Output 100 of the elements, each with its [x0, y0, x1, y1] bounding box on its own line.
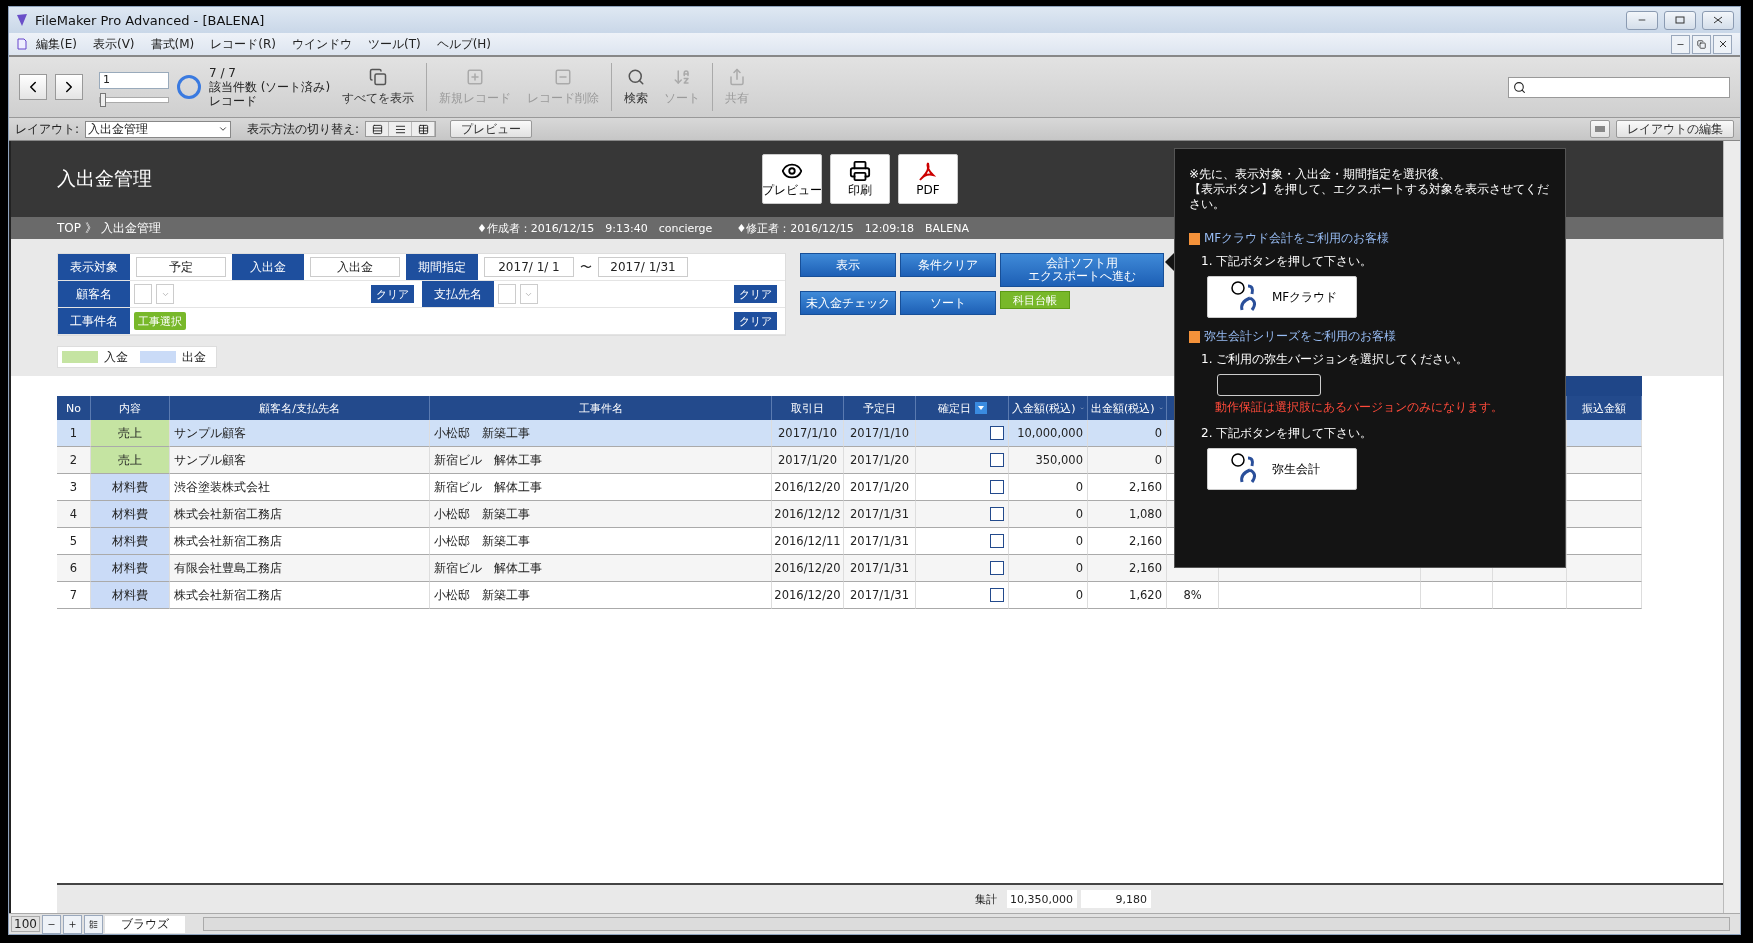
- target-field[interactable]: 予定: [136, 257, 226, 277]
- action-button[interactable]: 会計ソフト用 エクスポートへ進む: [1000, 253, 1164, 287]
- column-header[interactable]: 入金額(税込): [1009, 396, 1088, 420]
- date-from-field[interactable]: 2017/ 1/ 1: [484, 257, 574, 277]
- mode-label: ブラウズ: [104, 915, 185, 933]
- table-cell: 1: [57, 420, 91, 447]
- instruction-text: ※先に、表示対象・入出金・期間指定を選択後、: [1189, 167, 1453, 182]
- table-cell: 2016/12/20: [772, 474, 844, 501]
- table-cell: 3: [57, 474, 91, 501]
- direction-field[interactable]: 入出金: [310, 257, 400, 277]
- menu-item[interactable]: 書式(M): [143, 35, 202, 53]
- table-cell: サンプル顧客: [170, 420, 430, 447]
- page-title: 入出金管理: [57, 166, 153, 191]
- record-count: 7 / 7: [209, 66, 237, 80]
- menu-item[interactable]: ツール(T): [360, 35, 428, 53]
- menu-item[interactable]: 表示(V): [85, 35, 142, 53]
- column-header[interactable]: 内容: [91, 396, 170, 420]
- edit-layout-button[interactable]: レイアウトの編集: [1616, 120, 1734, 138]
- layout-label: レイアウト:: [15, 120, 80, 138]
- header-action-button[interactable]: 印刷: [830, 154, 890, 204]
- table-cell: 0: [1009, 528, 1088, 555]
- table-cell: 4: [57, 501, 91, 528]
- field-label: 入出金: [232, 254, 304, 280]
- view-label: 表示方法の切り替え:: [247, 120, 360, 138]
- menu-item[interactable]: ウインドウ: [284, 35, 359, 53]
- table-cell: 5: [57, 528, 91, 555]
- zoom-level[interactable]: 100: [11, 916, 40, 932]
- export-button[interactable]: 弥生会計: [1207, 448, 1357, 490]
- table-cell: 0: [1009, 501, 1088, 528]
- record-number-field[interactable]: 1: [99, 71, 169, 89]
- column-header[interactable]: 工事件名: [430, 396, 772, 420]
- table-cell: 2,160: [1088, 555, 1167, 582]
- menu-item[interactable]: 編集(E): [29, 35, 84, 53]
- table-cell: 2,160: [1088, 474, 1167, 501]
- table-cell: 1,620: [1088, 582, 1167, 609]
- date-to-field[interactable]: 2017/ 1/31: [598, 257, 688, 277]
- menu-item[interactable]: レコード(R): [203, 35, 283, 53]
- preview-button[interactable]: プレビュー: [450, 120, 533, 138]
- table-cell: 0: [1009, 582, 1088, 609]
- toolbar-button[interactable]: 検索: [620, 67, 653, 107]
- table-cell: 2016/12/12: [772, 501, 844, 528]
- section-heading: 弥生会計シリーズをご利用のお客様: [1204, 328, 1396, 345]
- action-button[interactable]: 未入金チェック: [800, 291, 896, 315]
- layout-dropdown[interactable]: 入出金管理: [85, 120, 232, 138]
- column-header[interactable]: 顧客名/支払先名: [170, 396, 430, 420]
- table-cell: 2,160: [1088, 528, 1167, 555]
- table-cell: 小松邸 新築工事: [430, 420, 772, 447]
- expense-total: 9,180: [1081, 890, 1151, 908]
- table-cell: 10,000,000: [1009, 420, 1088, 447]
- header-action-button[interactable]: PDF: [898, 154, 958, 204]
- summary-label: 集計: [975, 891, 998, 907]
- unit-label: レコード: [209, 94, 258, 108]
- table-cell: 2017/1/10: [844, 420, 916, 447]
- clear-button[interactable]: クリア: [734, 312, 777, 330]
- column-header[interactable]: No: [57, 396, 91, 420]
- toolbar-button[interactable]: すべてを表示: [338, 67, 419, 107]
- column-header[interactable]: 確定日: [916, 396, 1009, 420]
- table-cell: 売上: [91, 447, 170, 474]
- breadcrumb: TOP 》 入出金管理: [57, 219, 162, 237]
- action-button[interactable]: 表示: [800, 253, 896, 277]
- table-cell: 新宿ビル 解体工事: [430, 555, 772, 582]
- action-button[interactable]: 条件クリア: [900, 253, 996, 277]
- modified-info: ♦修正者：2016/12/15 12:09:18 BALENA: [736, 220, 969, 236]
- table-cell: 8%: [1167, 582, 1219, 609]
- column-header[interactable]: 振込金額: [1567, 396, 1642, 420]
- table-cell: 材料費: [91, 528, 170, 555]
- table-cell: 2017/1/10: [772, 420, 844, 447]
- step-text: 1. ご利用の弥生バージョンを選択してください。: [1201, 351, 1469, 368]
- table-cell: 2016/12/11: [772, 528, 844, 555]
- export-button[interactable]: MFクラウド: [1207, 276, 1357, 318]
- action-button[interactable]: ソート: [900, 291, 996, 315]
- created-info: ♦作成者：2016/12/15 9:13:40 concierge: [477, 220, 713, 236]
- field-label: 顧客名: [58, 281, 130, 307]
- table-cell: 小松邸 新築工事: [430, 582, 772, 609]
- table-cell: 2017/1/20: [772, 447, 844, 474]
- table-cell: 1,080: [1088, 501, 1167, 528]
- field-label: 表示対象: [58, 254, 130, 280]
- field-label: 期間指定: [406, 254, 478, 280]
- menu-item[interactable]: ヘルプ(H): [429, 35, 499, 53]
- table-cell: 2017/1/20: [844, 447, 916, 474]
- table-cell: サンプル顧客: [170, 447, 430, 474]
- clear-button[interactable]: クリア: [734, 285, 777, 303]
- column-header[interactable]: 取引日: [772, 396, 844, 420]
- table-cell: 株式会社新宿工務店: [170, 582, 430, 609]
- table-cell: 2017/1/20: [844, 474, 916, 501]
- legend-label: 出金: [182, 348, 206, 366]
- table-cell: 0: [1009, 474, 1088, 501]
- table-cell: 2017/1/31: [844, 501, 916, 528]
- table-cell: 0: [1088, 420, 1167, 447]
- table-cell: 材料費: [91, 555, 170, 582]
- table-cell: 株式会社新宿工務店: [170, 528, 430, 555]
- found-label: 該当件数 (ソート済み): [209, 80, 331, 94]
- table-cell: 新宿ビル 解体工事: [430, 447, 772, 474]
- header-action-button[interactable]: プレビュー: [762, 154, 822, 204]
- clear-button[interactable]: クリア: [370, 285, 414, 303]
- section-heading: MFクラウド会計をご利用のお客様: [1204, 230, 1390, 247]
- column-header[interactable]: 予定日: [844, 396, 916, 420]
- column-header[interactable]: 出金額(税込): [1088, 396, 1167, 420]
- table-cell: 材料費: [91, 582, 170, 609]
- field-label: 支払先名: [421, 281, 494, 307]
